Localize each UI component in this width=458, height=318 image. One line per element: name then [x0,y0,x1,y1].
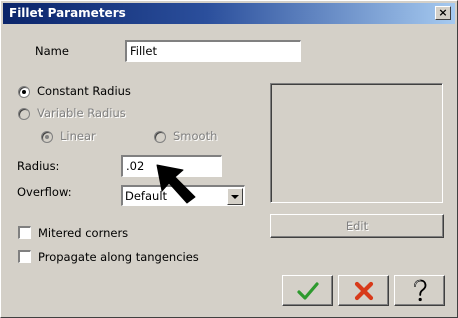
ok-button[interactable] [282,275,333,306]
chevron-down-icon[interactable] [227,188,243,205]
fillet-parameters-dialog: Fillet Parameters × Name Fillet Constant… [0,0,458,318]
variable-radius-radio[interactable] [18,108,30,120]
question-mark-icon [413,279,426,301]
propagate-tangencies-checkbox[interactable] [18,250,31,263]
overflow-label: Overflow: [17,185,72,199]
edit-button-label: Edit [345,219,369,233]
linear-label: Linear [60,129,96,143]
mitered-corners-label: Mitered corners [38,226,129,240]
checkmark-icon [296,281,319,300]
name-label: Name [35,44,69,58]
cancel-button[interactable] [338,275,389,306]
smooth-radio[interactable] [154,131,166,143]
name-field[interactable]: Fillet [125,40,301,62]
preview-panel [270,83,443,203]
constant-radius-radio[interactable] [18,86,30,98]
radius-label: Radius: [17,159,60,173]
mitered-corners-checkbox[interactable] [18,226,31,239]
red-x-icon [354,281,373,300]
edit-button[interactable]: Edit [270,214,444,238]
pointer-arrow-icon [156,164,196,204]
linear-radio[interactable] [41,131,53,143]
help-button[interactable] [394,275,445,306]
title-bar[interactable]: Fillet Parameters × [3,3,455,24]
smooth-label: Smooth [173,129,218,143]
window-title: Fillet Parameters [9,6,126,20]
constant-radius-label: Constant Radius [37,84,131,98]
propagate-tangencies-label: Propagate along tangencies [38,250,199,264]
variable-radius-label: Variable Radius [37,106,126,120]
radio-selected-dot [22,90,26,94]
radio-selected-dot [45,135,49,139]
close-button[interactable]: × [435,6,451,20]
